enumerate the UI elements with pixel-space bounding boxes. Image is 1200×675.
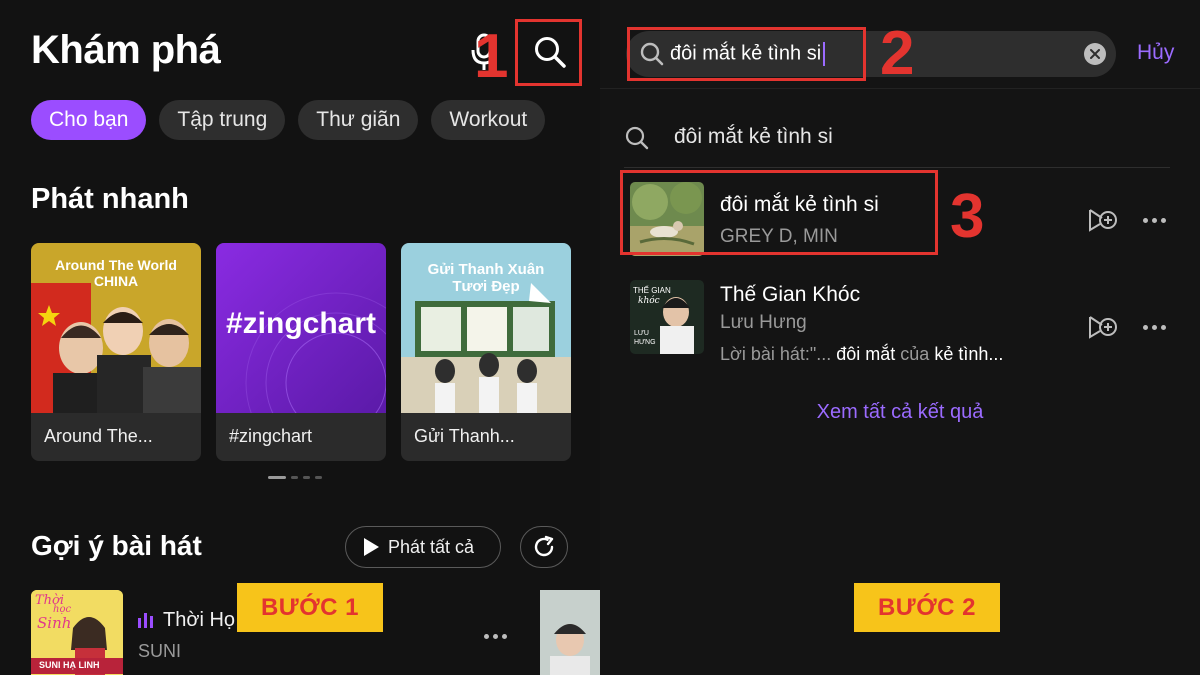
chip-workout[interactable]: Workout: [431, 100, 546, 140]
playlist-cover: Around The World CHINA: [31, 243, 201, 413]
divider: [600, 88, 1200, 89]
divider: [624, 167, 1170, 168]
lyric-match: đôi mắt: [836, 344, 896, 364]
clear-icon[interactable]: [1084, 43, 1106, 65]
page-title: Khám phá: [31, 28, 221, 72]
see-all-results-link[interactable]: Xem tất cả kết quả: [600, 401, 1200, 424]
playlist-caption: Around The...: [44, 426, 153, 446]
playlist-card[interactable]: Around The World CHINA Around The...: [31, 243, 201, 461]
quick-play-cards: Around The World CHINA Around The... #zi…: [31, 243, 571, 461]
step-number: 2: [880, 19, 915, 88]
result-artist: Lưu Hưng: [720, 312, 807, 333]
playlist-card[interactable]: Gửi Thanh Xuân Tươi Đẹp Gửi Thanh...: [401, 243, 571, 461]
cover-text: Around The World: [55, 257, 177, 273]
refresh-button[interactable]: [520, 526, 568, 568]
step-number: 1: [474, 22, 509, 91]
result-title[interactable]: Thế Gian Khóc: [720, 283, 860, 307]
quick-play-title: Phát nhanh: [31, 183, 189, 215]
add-to-playlist-icon[interactable]: [1087, 314, 1119, 340]
cancel-button[interactable]: Hủy: [1137, 41, 1174, 65]
more-options-icon[interactable]: [1143, 325, 1166, 330]
suggest-title: Gợi ý bài hát: [31, 530, 202, 561]
step-badge: BƯỚC 1: [237, 583, 383, 632]
add-to-playlist-icon[interactable]: [1087, 207, 1119, 233]
carousel-indicator: [268, 476, 322, 479]
cover-text: Tươi Đẹp: [452, 278, 520, 295]
cover-text: CHINA: [93, 273, 139, 289]
carousel-dot: [303, 476, 310, 479]
play-all-button[interactable]: Phát tất cả: [345, 526, 501, 568]
thumb-text: Sinh: [37, 614, 72, 632]
carousel-dot: [268, 476, 286, 479]
cover-text: Gửi Thanh Xuân: [427, 261, 545, 278]
step-badge: BƯỚC 2: [854, 583, 1000, 632]
lyric-text: của: [895, 344, 935, 364]
thumb-text: LƯU: [634, 330, 649, 337]
more-options-icon[interactable]: [1143, 218, 1166, 223]
thumb-text: HƯNG: [634, 339, 656, 346]
playlist-caption: Gửi Thanh...: [414, 426, 515, 446]
playlist-cover: #zingchart: [216, 243, 386, 413]
lyric-text: Lời bài hát:"...: [720, 344, 837, 364]
play-icon: [364, 538, 379, 556]
playlist-caption: #zingchart: [229, 426, 313, 446]
now-playing-icon: [138, 613, 153, 628]
highlight-box: [515, 19, 582, 86]
search-icon: [625, 126, 649, 150]
chip-for-you[interactable]: Cho bạn: [31, 100, 147, 140]
more-options-icon[interactable]: [484, 634, 507, 639]
cover-text: #zingchart: [225, 307, 377, 340]
result-lyric-snippet: Lời bài hát:"... đôi mắt của kẻ tình...: [720, 344, 1003, 365]
result-thumbnail[interactable]: THẾ GIAN khóc LƯU HƯNG: [630, 280, 704, 354]
thumb-text: SUNI HẠ LINH: [39, 660, 100, 670]
carousel-dot: [315, 476, 322, 479]
play-all-label: Phát tất cả: [388, 536, 475, 557]
lyric-match: kẻ tình...: [934, 344, 1004, 364]
chip-relax[interactable]: Thư giãn: [298, 100, 419, 140]
playlist-cover: Gửi Thanh Xuân Tươi Đẹp: [401, 243, 571, 413]
step-number: 3: [950, 182, 985, 251]
highlight-box: [627, 27, 866, 81]
carousel-dot: [291, 476, 298, 479]
category-chips: Cho bạn Tập trung Thư giãn Workout: [31, 100, 546, 140]
thumb-text: khóc: [638, 296, 660, 306]
refresh-icon: [534, 535, 554, 557]
discover-panel: Khám phá Cho bạn Tập trung Thư giãn Work…: [0, 0, 600, 675]
playlist-card[interactable]: #zingchart #zingchart: [216, 243, 386, 461]
search-panel: đôi mắt kẻ tình si Hủy đôi mắt kẻ tình s…: [600, 0, 1200, 675]
highlight-box: [620, 170, 938, 255]
thumb-text: THẾ GIAN: [633, 286, 671, 295]
search-suggestion[interactable]: đôi mắt kẻ tình si: [674, 125, 833, 149]
chip-focus[interactable]: Tập trung: [159, 100, 286, 140]
song-thumbnail[interactable]: [540, 590, 600, 675]
song-title[interactable]: Thời Họ: [163, 609, 235, 632]
song-artist: SUNI: [138, 641, 182, 661]
song-thumbnail[interactable]: Thời học Sinh SUNI HẠ LINH: [31, 590, 123, 675]
